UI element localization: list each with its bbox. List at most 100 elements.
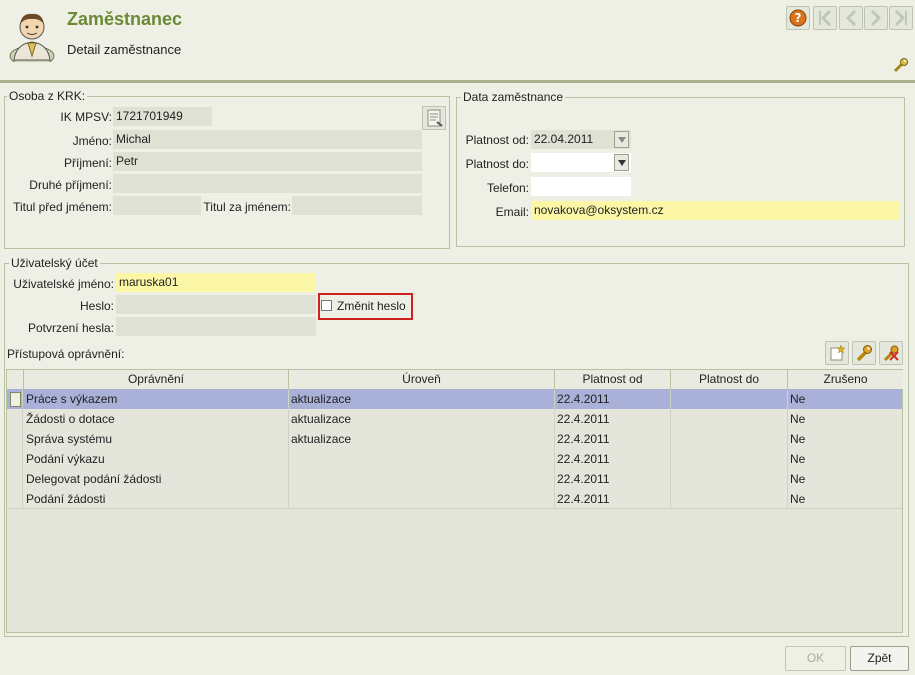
- cell-zruseno: Ne: [790, 492, 806, 506]
- first-icon: [819, 9, 832, 27]
- ok-button[interactable]: OK: [785, 646, 846, 671]
- column-header-platnost-do[interactable]: Platnost do: [671, 370, 788, 390]
- titul-za-label: Titul za jménem:: [203, 200, 291, 214]
- titul-za-field: [292, 196, 422, 215]
- platnost-od-dropdown[interactable]: [614, 131, 629, 148]
- permissions-label: Přístupová oprávnění:: [7, 347, 125, 361]
- next-icon: [870, 9, 882, 27]
- document-icon: [427, 109, 443, 127]
- cell-zruseno: Ne: [790, 472, 806, 486]
- email-label: Email:: [495, 205, 529, 219]
- password-field[interactable]: [116, 295, 316, 314]
- row-selector[interactable]: [7, 389, 23, 409]
- column-header-zruseno[interactable]: Zrušeno: [788, 370, 903, 390]
- druhe-prijmeni-label: Druhé příjmení:: [29, 178, 112, 192]
- row-selector[interactable]: [7, 449, 23, 469]
- table-row[interactable]: Podání žádosti 22.4.2011 Ne: [7, 489, 902, 509]
- username-field[interactable]: maruska01: [116, 273, 316, 292]
- permissions-table: Oprávnění Úroveň Platnost od Platnost do…: [6, 369, 903, 633]
- next-record-button[interactable]: [864, 6, 888, 30]
- cell-uroven: [289, 469, 555, 489]
- previous-record-button[interactable]: [839, 6, 863, 30]
- cell-uroven: aktualizace: [289, 429, 555, 449]
- row-selector[interactable]: [7, 409, 23, 429]
- cell-uroven: aktualizace: [289, 389, 555, 409]
- prijmeni-field: Petr: [113, 152, 422, 171]
- cell-platnost-do: [671, 389, 788, 409]
- delete-icon: [883, 345, 899, 362]
- cell-platnost-do: [671, 489, 788, 509]
- change-password-label[interactable]: Změnit heslo: [337, 299, 406, 313]
- confirm-password-field[interactable]: [116, 317, 316, 336]
- employee-legend: Data zaměstnance: [461, 90, 566, 104]
- cell-platnost-od: 22.4.2011: [555, 449, 671, 469]
- page-title: Zaměstnanec: [67, 9, 183, 29]
- titul-pred-label: Titul před jménem:: [13, 200, 112, 214]
- account-legend: Uživatelský účet: [9, 256, 100, 270]
- help-button[interactable]: ?: [786, 6, 810, 30]
- employee-fieldset: Data zaměstnance: [456, 90, 905, 247]
- column-header-platnost-od[interactable]: Platnost od: [555, 370, 671, 390]
- druhe-prijmeni-field: [113, 174, 422, 193]
- cell-platnost-od: 22.4.2011: [555, 469, 671, 489]
- cell-zruseno: Ne: [790, 452, 806, 466]
- add-permission-button[interactable]: [825, 341, 849, 365]
- platnost-od-label: Platnost od:: [465, 133, 529, 147]
- platnost-do-dropdown[interactable]: [614, 154, 629, 171]
- cell-uroven: [289, 449, 555, 469]
- back-button[interactable]: Zpět: [850, 646, 909, 671]
- cell-opravneni: Podání výkazu: [24, 449, 289, 469]
- svg-text:?: ?: [795, 11, 802, 25]
- column-header-opravneni[interactable]: Oprávnění: [24, 370, 289, 390]
- cell-opravneni: Žádosti o dotace: [24, 409, 289, 429]
- header-divider: [0, 80, 915, 83]
- krk-lookup-button[interactable]: [422, 106, 446, 130]
- jmeno-field: Michal: [113, 130, 422, 149]
- wrench-icon: [856, 345, 872, 362]
- delete-permission-button[interactable]: [879, 341, 903, 365]
- last-record-button[interactable]: [889, 6, 913, 30]
- change-password-checkbox[interactable]: [321, 300, 332, 311]
- cell-zruseno: Ne: [790, 392, 806, 406]
- table-row[interactable]: Žádosti o dotace aktualizace 22.4.2011 N…: [7, 409, 902, 429]
- ik-label: IK MPSV:: [60, 110, 112, 124]
- help-icon: ?: [789, 9, 807, 27]
- confirm-password-label: Potvrzení hesla:: [27, 321, 114, 335]
- last-icon: [894, 9, 907, 27]
- cell-platnost-do: [671, 409, 788, 429]
- chevron-down-icon: [617, 159, 626, 166]
- jmeno-label: Jméno:: [72, 134, 112, 148]
- cell-platnost-do: [671, 429, 788, 449]
- platnost-do-label: Platnost do:: [465, 157, 529, 171]
- cell-opravneni: Práce s výkazem: [24, 389, 289, 409]
- page-subtitle: Detail zaměstnance: [67, 42, 182, 57]
- table-row[interactable]: Správa systému aktualizace 22.4.2011 Ne: [7, 429, 902, 449]
- titul-pred-field: [113, 196, 201, 215]
- cell-platnost-do: [671, 469, 788, 489]
- table-row[interactable]: Práce s výkazem aktualizace 22.4.2011 Ne: [7, 389, 902, 409]
- row-selector[interactable]: [7, 489, 23, 509]
- cell-uroven: [289, 489, 555, 509]
- edit-permission-button[interactable]: [852, 341, 876, 365]
- table-header-selector: [7, 370, 24, 390]
- password-label: Heslo:: [79, 299, 114, 313]
- table-row[interactable]: Delegovat podání žádosti 22.4.2011 Ne: [7, 469, 902, 489]
- row-selector[interactable]: [7, 469, 23, 489]
- cell-opravneni: Delegovat podání žádosti: [24, 469, 289, 489]
- column-header-uroven[interactable]: Úroveň: [289, 370, 555, 390]
- telefon-field[interactable]: [531, 177, 631, 196]
- krk-legend: Osoba z KRK:: [7, 89, 88, 103]
- first-record-button[interactable]: [813, 6, 837, 30]
- cell-zruseno: Ne: [790, 412, 806, 426]
- cell-opravneni: Správa systému: [24, 429, 289, 449]
- cell-platnost-od: 22.4.2011: [555, 489, 671, 509]
- email-field[interactable]: novakova@oksystem.cz: [531, 201, 900, 220]
- cell-opravneni: Podání žádosti: [24, 489, 289, 509]
- table-row[interactable]: Podání výkazu 22.4.2011 Ne: [7, 449, 902, 469]
- new-icon: [830, 344, 846, 361]
- cell-platnost-od: 22.4.2011: [555, 409, 671, 429]
- cell-platnost-od: 22.4.2011: [555, 429, 671, 449]
- chevron-down-icon: [617, 136, 626, 143]
- row-selector[interactable]: [7, 429, 23, 449]
- wrench-icon[interactable]: [893, 57, 909, 73]
